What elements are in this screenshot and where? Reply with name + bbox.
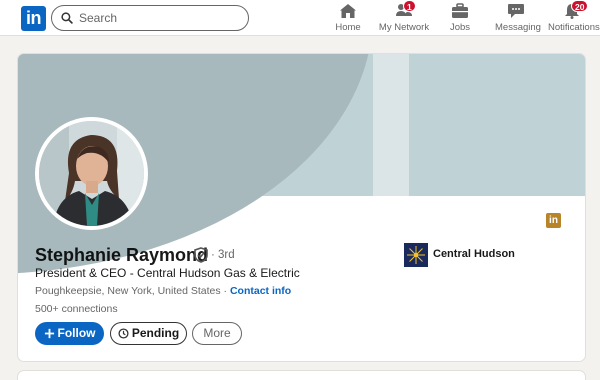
profile-location: Poughkeepsie, New York, United States xyxy=(35,285,221,297)
company-logo xyxy=(404,243,428,267)
clock-icon xyxy=(118,328,129,339)
nav-label-notifications: Notifications xyxy=(548,22,600,33)
pending-label: Pending xyxy=(131,326,180,340)
search-icon xyxy=(61,12,73,24)
nav-label-messaging: Messaging xyxy=(495,22,541,33)
nav-label-my-network: My Network xyxy=(378,22,430,33)
contact-info-link[interactable]: Contact info xyxy=(230,285,291,297)
more-label: More xyxy=(203,326,231,340)
top-nav: in Home 1 My Network xyxy=(0,0,600,36)
nav-label-jobs: Jobs xyxy=(449,22,471,33)
nav-item-jobs[interactable]: Jobs xyxy=(447,3,473,35)
profile-name: Stephanie Raymond xyxy=(35,245,209,265)
location-separator: · xyxy=(220,285,230,297)
profile-headline: President & CEO - Central Hudson Gas & E… xyxy=(35,266,300,280)
follow-button[interactable]: Follow xyxy=(35,322,104,345)
plus-icon xyxy=(44,328,54,339)
follow-label: Follow xyxy=(57,326,96,340)
location-row: Poughkeepsie, New York, United States · … xyxy=(35,285,291,297)
message-icon xyxy=(507,3,525,19)
network-icon: 1 xyxy=(395,0,416,19)
linkedin-premium-icon[interactable]: in xyxy=(546,213,561,228)
profile-avatar[interactable] xyxy=(35,117,148,230)
notifications-badge: 20 xyxy=(571,0,589,12)
search-box[interactable] xyxy=(51,5,249,31)
network-badge: 1 xyxy=(403,0,416,12)
more-button[interactable]: More xyxy=(192,322,242,345)
home-icon xyxy=(339,3,357,19)
bell-icon: 20 xyxy=(563,0,589,19)
nav-item-notifications[interactable]: 20 Notifications xyxy=(548,0,600,35)
nav-label-home: Home xyxy=(335,22,361,33)
nav-item-messaging[interactable]: Messaging xyxy=(495,3,541,35)
connections-count[interactable]: 500+ connections xyxy=(35,303,118,315)
briefcase-icon xyxy=(451,3,469,19)
linkedin-logo[interactable]: in xyxy=(21,6,46,31)
pending-button[interactable]: Pending xyxy=(110,322,187,345)
company-name: Central Hudson xyxy=(433,248,515,260)
connection-degree: · 3rd xyxy=(211,249,235,261)
profile-card: in Stephanie Raymond · 3rd President & C… xyxy=(17,53,586,362)
nav-item-home[interactable]: Home xyxy=(333,3,363,35)
next-section-card xyxy=(17,370,586,380)
nav-item-my-network[interactable]: 1 My Network xyxy=(378,0,430,35)
banner-stripe xyxy=(373,54,409,196)
verified-shield-icon[interactable] xyxy=(194,247,208,263)
banner-right xyxy=(409,54,585,196)
search-input[interactable] xyxy=(79,10,239,26)
